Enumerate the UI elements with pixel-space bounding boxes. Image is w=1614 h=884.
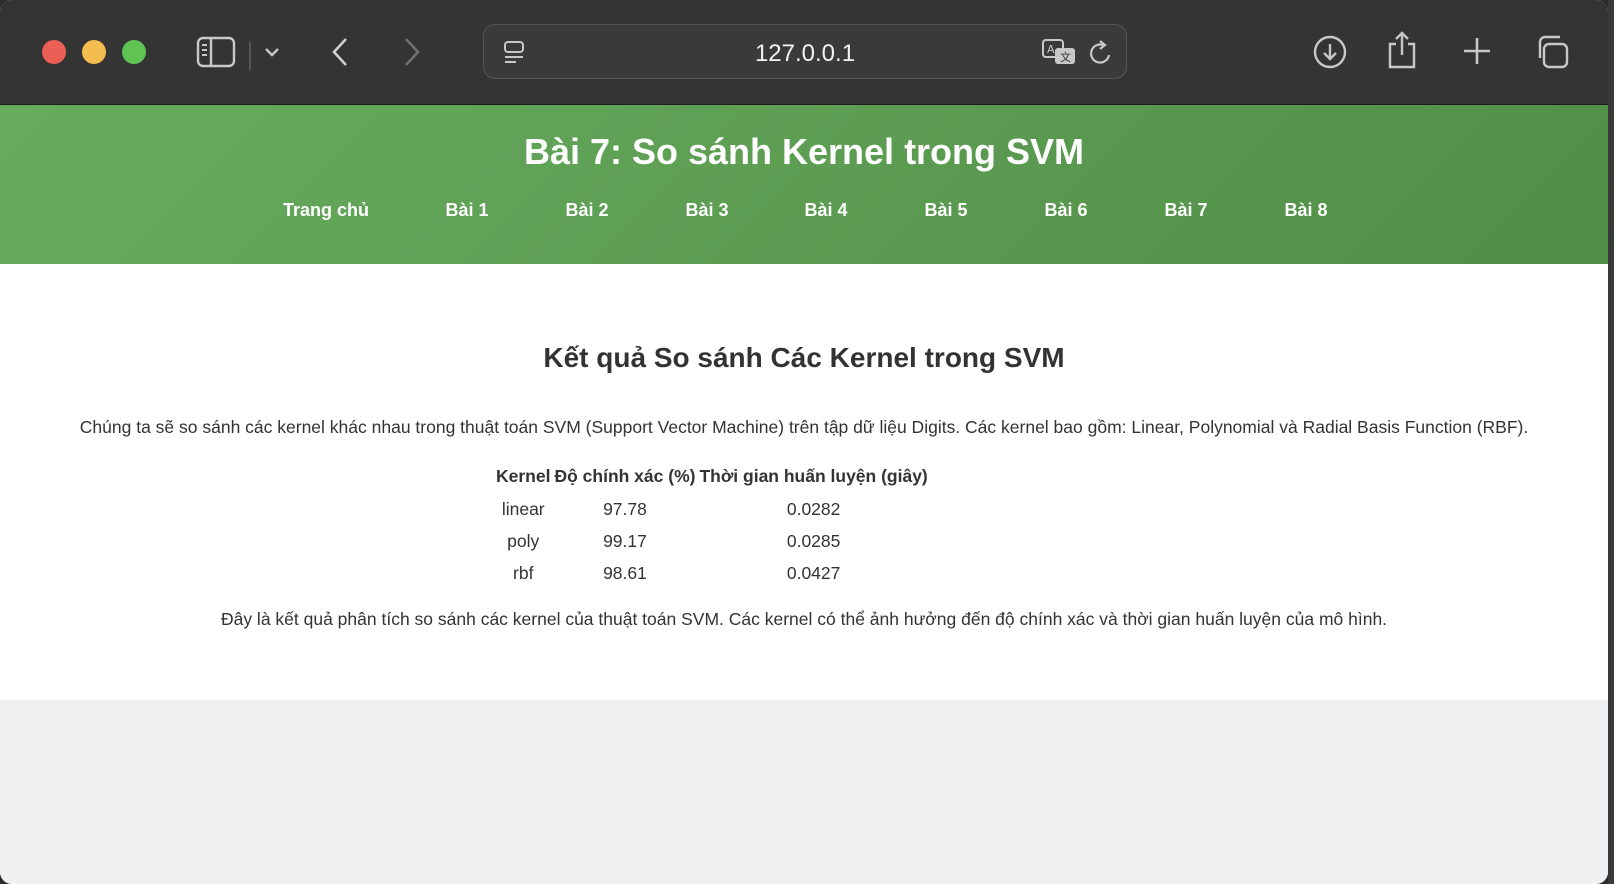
toolbar-divider	[249, 42, 251, 70]
nav-home[interactable]: Trang chủ	[283, 200, 369, 221]
training-time-cell: 0.0282	[786, 498, 841, 519]
page-title: Bài 7: So sánh Kernel trong SVM	[523, 131, 1085, 172]
nav-bai-7[interactable]: Bài 7	[1164, 200, 1207, 221]
nav-bai-2[interactable]: Bài 2	[565, 200, 608, 221]
accuracy-cell: 97.78	[603, 498, 647, 519]
nav-bai-6[interactable]: Bài 6	[1044, 200, 1087, 221]
address-bar[interactable]: 127.0.0.1 A文	[483, 24, 1127, 79]
column-header-accuracy: Độ chính xác (%)	[554, 466, 696, 486]
nav-bai-1[interactable]: Bài 1	[445, 200, 488, 221]
desktop-background-strip	[1608, 0, 1614, 884]
nav-bai-8[interactable]: Bài 8	[1284, 200, 1327, 221]
chevron-down-icon[interactable]	[262, 42, 282, 62]
main-nav: Trang chủ Bài 1 Bài 2 Bài 3 Bài 4 Bài 5 …	[0, 200, 1608, 230]
share-icon[interactable]	[1384, 28, 1420, 72]
kernel-cell: poly	[507, 530, 540, 551]
kernel-cell: rbf	[513, 562, 534, 583]
reload-icon[interactable]	[1086, 37, 1116, 69]
table-row: rbf 98.61 0.0427	[494, 557, 930, 589]
new-tab-icon[interactable]	[1460, 34, 1494, 68]
kernel-cell: linear	[501, 498, 545, 519]
browser-window: 127.0.0.1 A文 Bài 7: So sánh Kernel trong…	[0, 0, 1608, 884]
training-time-cell: 0.0427	[786, 562, 841, 583]
main-content: Kết quả So sánh Các Kernel trong SVM Chú…	[0, 264, 1608, 700]
nav-bai-3[interactable]: Bài 3	[685, 200, 728, 221]
intro-paragraph: Chúng ta sẽ so sánh các kernel khác nhau…	[79, 417, 1529, 437]
svg-text:A: A	[1047, 43, 1055, 56]
browser-toolbar: 127.0.0.1 A文	[0, 0, 1608, 105]
training-time-cell: 0.0285	[786, 530, 841, 551]
zoom-window-button[interactable]	[122, 40, 146, 64]
table-header-row: Kernel Độ chính xác (%) Thời gian huấn l…	[494, 460, 930, 493]
nav-bai-5[interactable]: Bài 5	[924, 200, 967, 221]
forward-icon[interactable]	[400, 34, 424, 70]
back-icon[interactable]	[328, 34, 352, 70]
tab-overview-icon[interactable]	[1532, 32, 1572, 72]
nav-bai-4[interactable]: Bài 4	[804, 200, 847, 221]
close-window-button[interactable]	[42, 40, 66, 64]
table-row: linear 97.78 0.0282	[494, 493, 930, 525]
sidebar-toggle-icon[interactable]	[196, 34, 236, 70]
url-text: 127.0.0.1	[754, 40, 856, 67]
site-header: Bài 7: So sánh Kernel trong SVM Trang ch…	[0, 105, 1608, 264]
table-row: poly 99.17 0.0285	[494, 525, 930, 557]
minimize-window-button[interactable]	[82, 40, 106, 64]
column-header-kernel: Kernel	[496, 466, 551, 486]
download-icon[interactable]	[1310, 32, 1350, 72]
svg-text:文: 文	[1060, 50, 1071, 64]
section-title: Kết quả So sánh Các Kernel trong SVM	[543, 342, 1065, 373]
column-header-training-time: Thời gian huấn luyện (giây)	[699, 466, 928, 486]
page-viewport: Bài 7: So sánh Kernel trong SVM Trang ch…	[0, 105, 1608, 884]
conclusion-paragraph: Đây là kết quả phân tích so sánh các ker…	[220, 609, 1388, 629]
translate-icon[interactable]: A文	[1040, 37, 1080, 69]
accuracy-cell: 98.61	[603, 562, 647, 583]
accuracy-cell: 99.17	[603, 530, 647, 551]
results-table: Kernel Độ chính xác (%) Thời gian huấn l…	[494, 460, 930, 589]
